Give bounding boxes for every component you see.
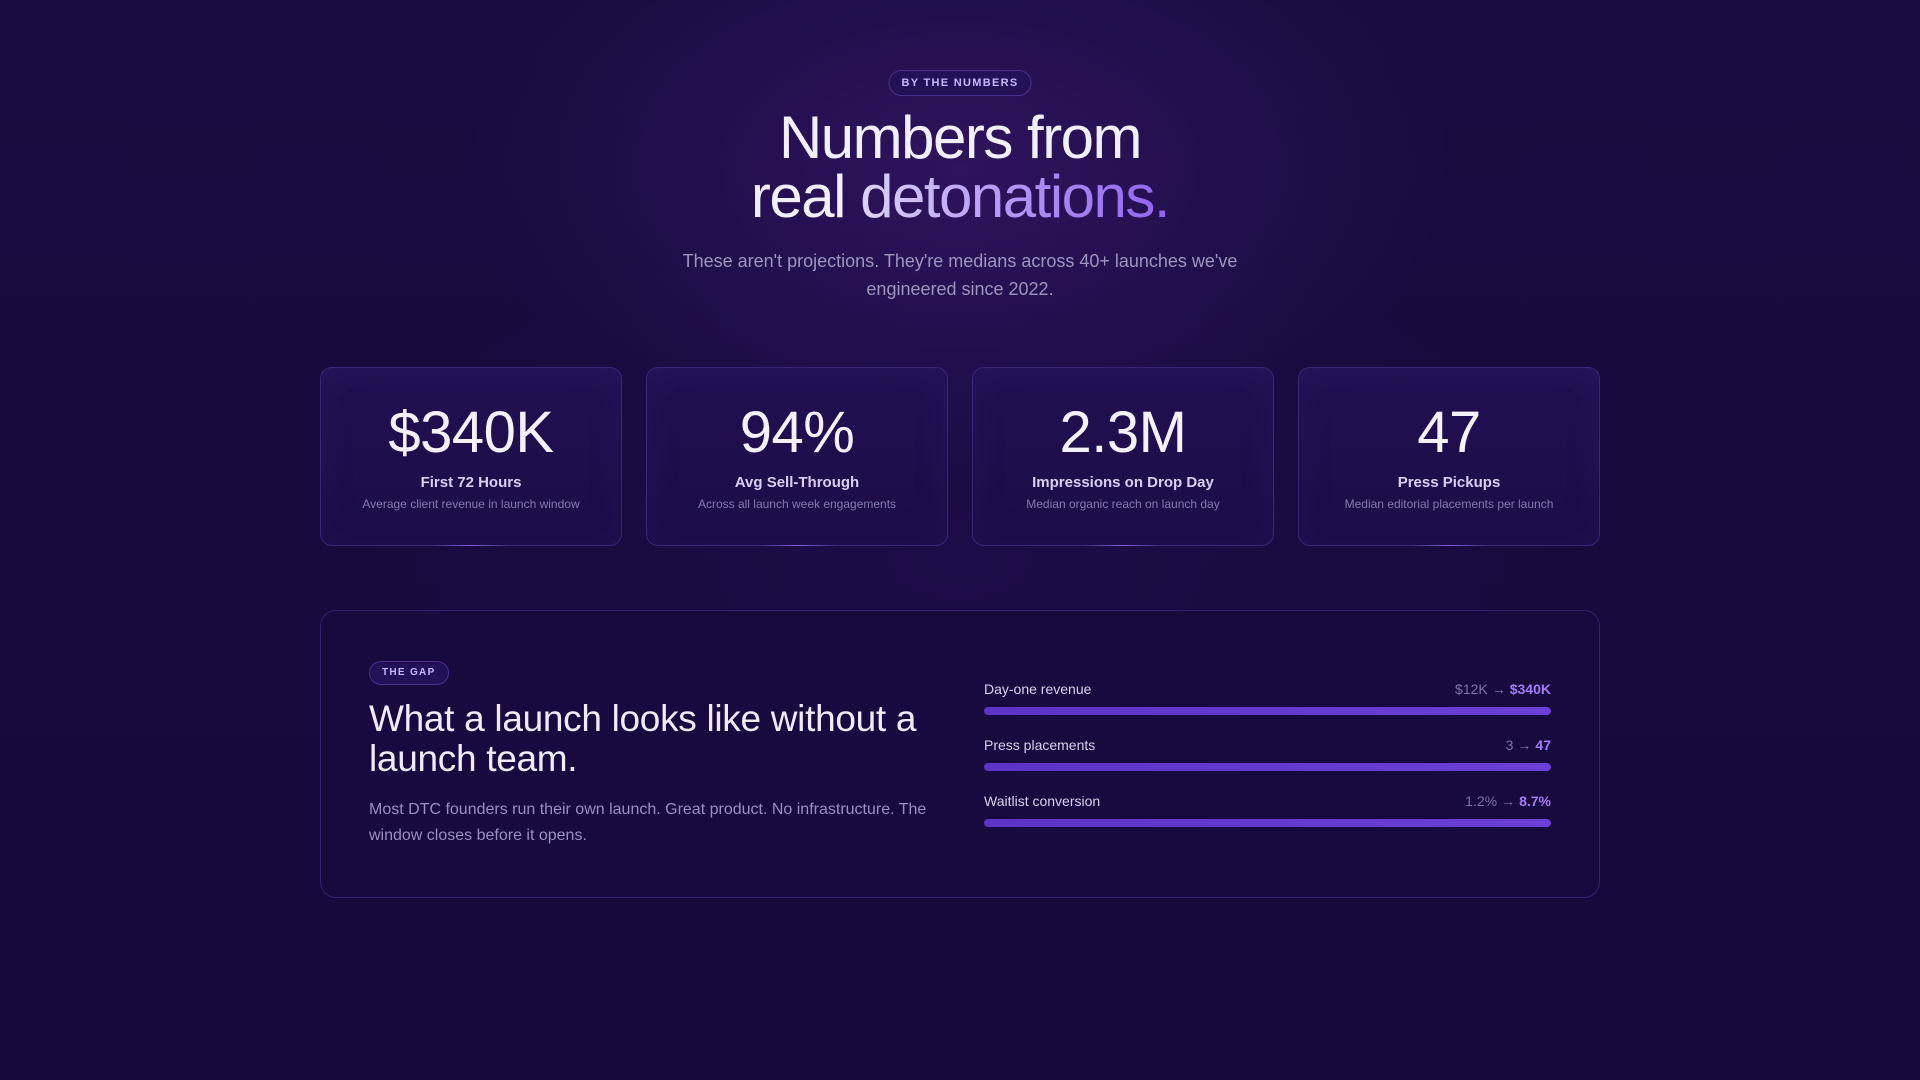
stat-value: 2.3M: [1059, 400, 1187, 465]
metric-bar-fill: [984, 707, 1551, 715]
metric-label: Waitlist conversion: [984, 793, 1101, 809]
arrow-icon: →: [1491, 681, 1506, 697]
page: BY THE NUMBERS Numbers from real detonat…: [0, 0, 1920, 1080]
headline-line-2-accent: detonations.: [860, 163, 1170, 230]
gap-tag-badge: THE GAP: [369, 661, 449, 685]
gap-panel: THE GAP What a launch looks like without…: [320, 610, 1600, 898]
stat-card-press: 47 Press Pickups Median editorial placem…: [1298, 367, 1600, 546]
stat-description: Median organic reach on launch day: [1026, 497, 1220, 511]
stat-card-impressions: 2.3M Impressions on Drop Day Median orga…: [972, 367, 1274, 546]
gap-body: Most DTC founders run their own launch. …: [369, 801, 927, 844]
stat-description: Average client revenue in launch window: [362, 497, 580, 511]
stat-label: Impressions on Drop Day: [1032, 474, 1214, 491]
eyebrow-badge: BY THE NUMBERS: [888, 70, 1032, 96]
metric-bar-track: [984, 763, 1551, 771]
metric-row-waitlist: Waitlist conversion 1.2% → 8.7%: [984, 793, 1551, 849]
metric-before: $12K: [1455, 681, 1488, 697]
metric-bar-track: [984, 707, 1551, 715]
headline-line-1: Numbers from: [778, 104, 1143, 171]
metric-values: 1.2% → 8.7%: [1465, 793, 1551, 809]
metric-bar-fill: [984, 763, 1551, 771]
stats-grid: $340K First 72 Hours Average client reve…: [320, 367, 1600, 546]
metric-label: Day-one revenue: [984, 681, 1092, 697]
metric-after: $340K: [1509, 681, 1551, 697]
stat-card-sell-through: 94% Avg Sell-Through Across all launch w…: [646, 367, 948, 546]
metric-after: 47: [1535, 737, 1551, 753]
comparison-metrics: Day-one revenue $12K → $340K Press placeme…: [984, 681, 1551, 849]
metric-row-press: Press placements 3 → 47: [984, 737, 1551, 793]
metric-before: 3: [1505, 737, 1514, 753]
stat-card-revenue: $340K First 72 Hours Average client reve…: [320, 367, 622, 546]
metric-values: 3 → 47: [1506, 737, 1551, 753]
stat-description: Median editorial placements per launch: [1344, 497, 1554, 511]
page-title: Numbers from real detonations.: [0, 108, 1920, 227]
arrow-icon: →: [1501, 793, 1516, 809]
stat-description: Across all launch week engagements: [697, 497, 897, 511]
stat-value: 94%: [739, 400, 855, 465]
stat-label: Avg Sell-Through: [734, 474, 860, 491]
metric-bar-fill: [984, 819, 1551, 827]
stat-label: First 72 Hours: [420, 474, 522, 491]
metric-label: Press placements: [984, 737, 1096, 753]
metric-bar-track: [984, 819, 1551, 827]
stat-value: 47: [1417, 400, 1481, 465]
arrow-icon: →: [1517, 737, 1532, 753]
metric-before: 1.2%: [1465, 793, 1498, 809]
headline-line-2-plain: real: [750, 163, 861, 230]
gap-title: What a launch looks like without a launc…: [369, 698, 917, 779]
metric-after: 8.7%: [1519, 793, 1551, 809]
metric-values: $12K → $340K: [1455, 681, 1551, 697]
stat-label: Press Pickups: [1397, 474, 1501, 491]
page-subtitle: These aren't projections. They're median…: [682, 251, 1238, 299]
stat-value: $340K: [388, 400, 554, 465]
metric-row-revenue: Day-one revenue $12K → $340K: [984, 681, 1551, 737]
